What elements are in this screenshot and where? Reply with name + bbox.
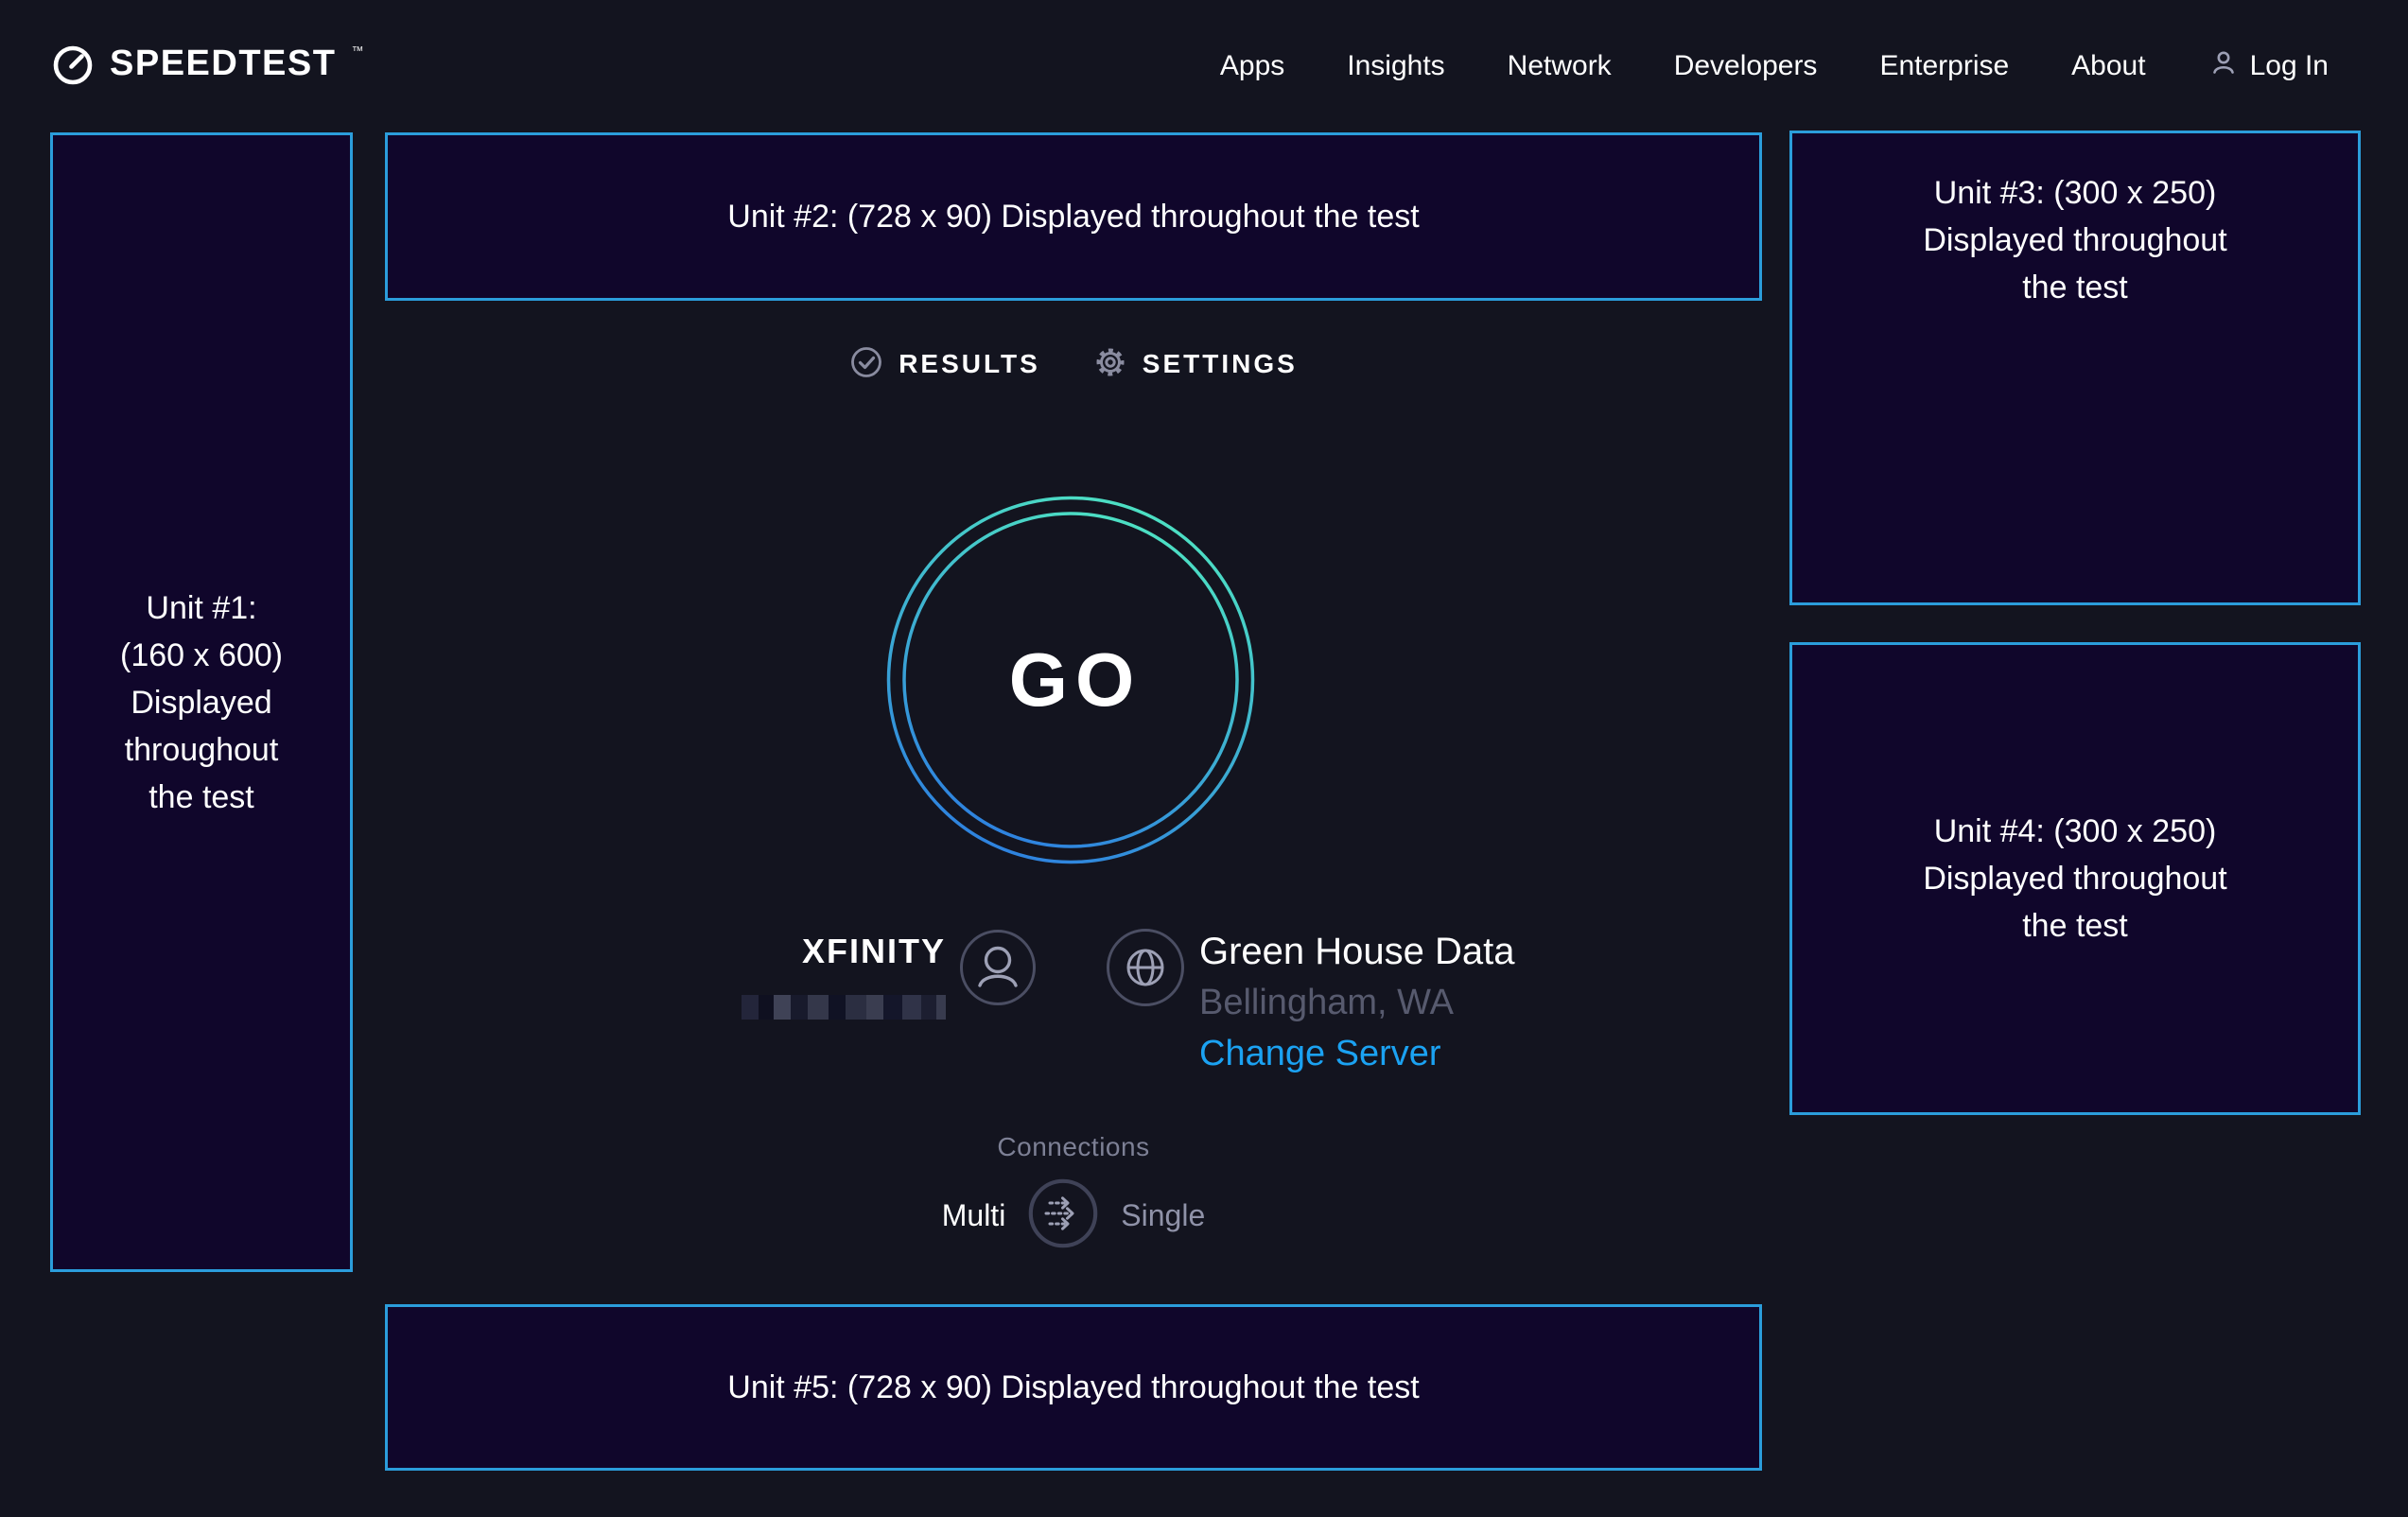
tab-settings[interactable]: SETTINGS (1093, 345, 1298, 384)
tab-results-label: RESULTS (899, 349, 1040, 379)
ad-unit-3[interactable]: Unit #3: (300 x 250) Displayed throughou… (1789, 131, 2361, 605)
tab-settings-label: SETTINGS (1143, 349, 1298, 379)
nav-item-enterprise[interactable]: Enterprise (1879, 50, 2009, 82)
tab-bar: RESULTS SETTINGS (385, 338, 1762, 391)
server-name: Green House Data (1199, 929, 1515, 974)
isp-block: XFINITY (567, 931, 946, 1024)
check-circle-icon (849, 345, 883, 384)
nav-item-about[interactable]: About (2071, 50, 2145, 82)
nav-item-network[interactable]: Network (1508, 50, 1612, 82)
logo-wordmark: SPEEDTEST (110, 42, 336, 85)
gear-icon (1093, 345, 1127, 384)
nav-item-insights[interactable]: Insights (1347, 50, 1444, 82)
ad-unit-4[interactable]: Unit #4: (300 x 250) Displayed throughou… (1789, 642, 2361, 1115)
ad-unit-4-label: Unit #4: (300 x 250) Displayed throughou… (1792, 808, 2358, 950)
speedtest-page: SPEEDTEST ™ Apps Insights Network Develo… (0, 0, 2408, 1517)
ad-unit-1-label: Unit #1: (160 x 600) Displayed throughou… (116, 584, 287, 821)
gauge-icon (51, 42, 95, 92)
speedtest-logo[interactable]: SPEEDTEST ™ (51, 42, 363, 92)
top-nav: SPEEDTEST ™ Apps Insights Network Develo… (0, 0, 2408, 132)
server-location: Bellingham, WA (1199, 980, 1515, 1025)
isp-name: XFINITY (567, 931, 946, 972)
ad-unit-2[interactable]: Unit #2: (728 x 90) Displayed throughout… (385, 132, 1762, 301)
nav-item-apps[interactable]: Apps (1220, 50, 1284, 82)
masked-ip-address (742, 995, 946, 1020)
connections-title: Connections (385, 1131, 1762, 1163)
ad-unit-3-label: Unit #3: (300 x 250) Displayed throughou… (1911, 169, 2240, 311)
tab-results[interactable]: RESULTS (849, 345, 1040, 384)
nav-links: Apps Insights Network Developers Enterpr… (1220, 47, 2329, 85)
connections-section: Connections Multi Single (385, 1131, 1762, 1253)
go-label: GO (886, 496, 1255, 864)
login-button[interactable]: Log In (2208, 47, 2329, 85)
go-button[interactable]: GO (886, 496, 1255, 864)
ad-unit-5[interactable]: Unit #5: (728 x 90) Displayed throughout… (385, 1304, 1762, 1471)
connections-multi-option[interactable]: Multi (942, 1198, 1006, 1233)
nav-item-developers[interactable]: Developers (1674, 50, 1818, 82)
connections-toggle-button[interactable] (1028, 1178, 1098, 1253)
server-globe-icon (1106, 928, 1185, 1012)
server-block: Green House Data Bellingham, WA Change S… (1199, 929, 1515, 1076)
login-label: Log In (2250, 50, 2329, 82)
change-server-link[interactable]: Change Server (1199, 1031, 1441, 1076)
isp-user-icon (959, 929, 1037, 1011)
user-icon (2208, 47, 2239, 85)
ad-unit-5-label: Unit #5: (728 x 90) Displayed throughout… (727, 1364, 1419, 1411)
connections-single-option[interactable]: Single (1121, 1198, 1205, 1233)
multi-connection-arrows-icon (1028, 1178, 1098, 1248)
logo-trademark: ™ (351, 42, 363, 61)
ad-unit-2-label: Unit #2: (728 x 90) Displayed throughout… (727, 193, 1419, 240)
ad-unit-1[interactable]: Unit #1: (160 x 600) Displayed throughou… (50, 132, 353, 1272)
connections-toggle-row: Multi Single (385, 1178, 1762, 1253)
